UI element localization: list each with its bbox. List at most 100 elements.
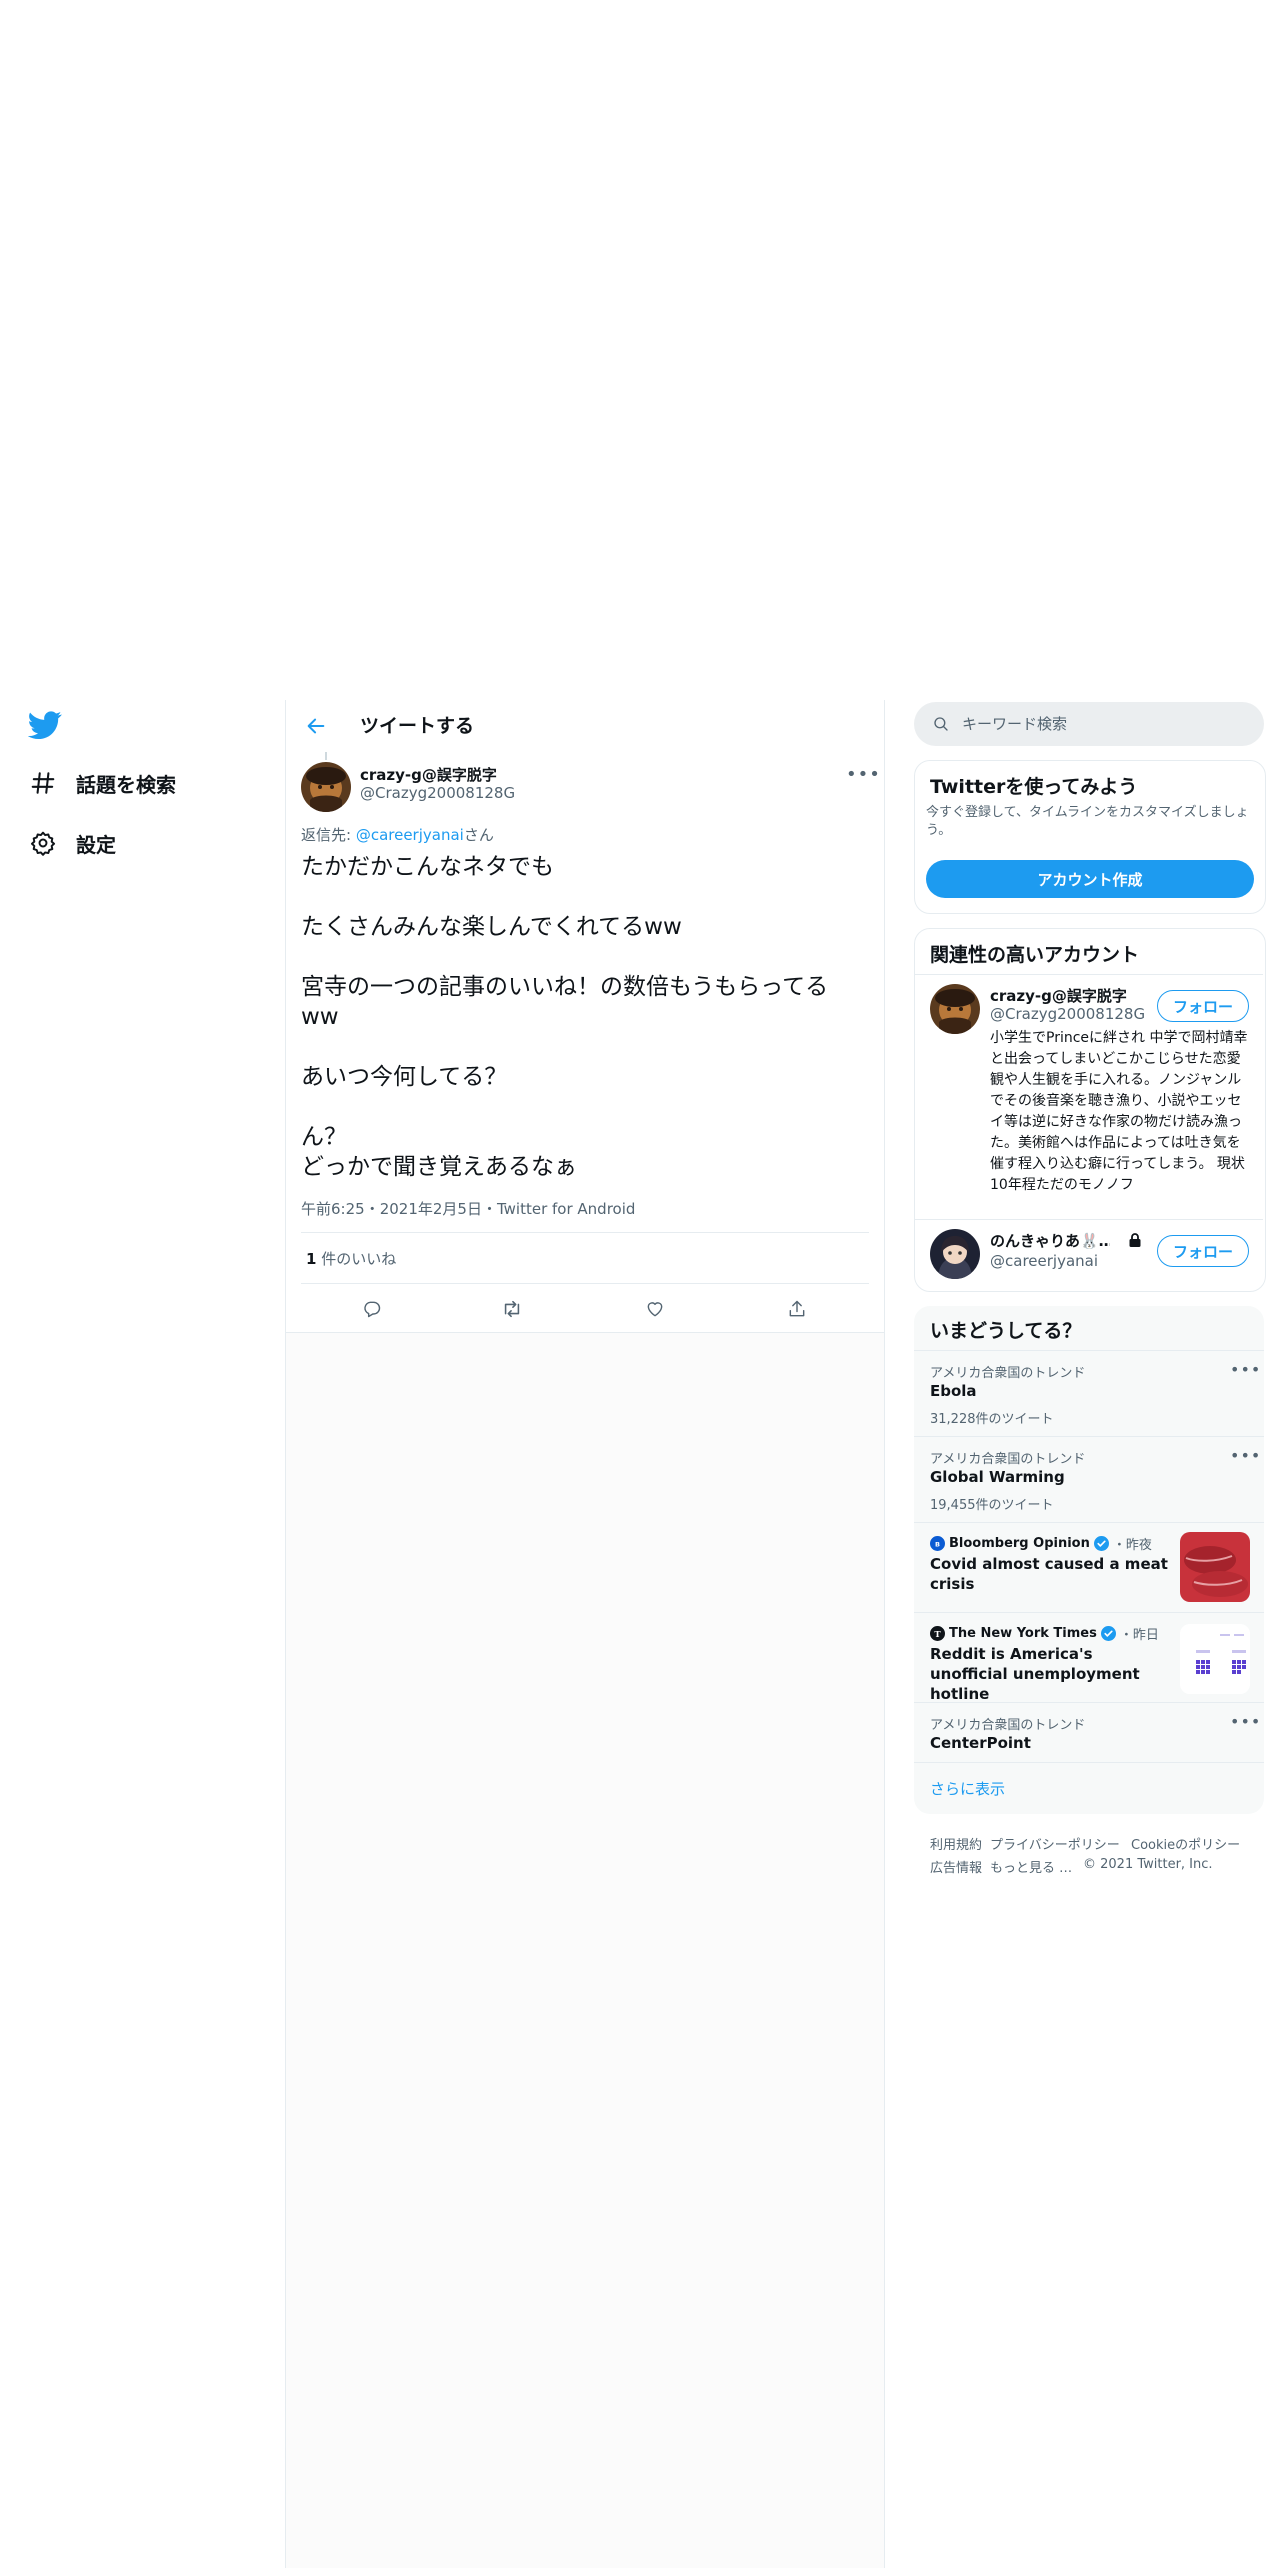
- retweet-icon: [504, 1300, 520, 1318]
- hashtag-icon: [28, 768, 58, 798]
- svg-text:T: T: [934, 1629, 941, 1639]
- trend-context: アメリカ合衆国のトレンド: [930, 1366, 1086, 1381]
- tweet-time[interactable]: 午前6:25: [301, 1200, 365, 1218]
- tweet-paragraph: どっかで聞き覚えあるなぁ: [301, 1154, 577, 1180]
- follow-button[interactable]: フォロー: [1157, 990, 1249, 1022]
- trend-name[interactable]: Global Warming: [930, 1468, 1065, 1486]
- signup-description: 今すぐ登録して、タイムラインをカスタマイズしましょう。: [926, 805, 1249, 838]
- trend-tweet-count: 31,228件のツイート: [930, 1412, 1054, 1427]
- back-button[interactable]: [300, 710, 332, 742]
- search-icon: [932, 715, 950, 733]
- thread-line: [325, 752, 327, 760]
- footer-copyright: © 2021 Twitter, Inc.: [1083, 1857, 1213, 1872]
- nav-explore[interactable]: 話題を検索: [28, 763, 176, 803]
- news-thumbnail[interactable]: [1180, 1532, 1250, 1602]
- share-icon: [789, 1300, 805, 1317]
- verified-badge-icon: [1100, 1626, 1116, 1641]
- search-box[interactable]: [914, 702, 1264, 746]
- reply-icon: [364, 1301, 381, 1318]
- divider: [915, 974, 1263, 975]
- divider: [914, 1762, 1264, 1763]
- news-source-name: Bloomberg Opinion: [949, 1536, 1090, 1551]
- heart-icon: [647, 1302, 663, 1317]
- footer-ads-link[interactable]: 広告情報: [930, 1857, 982, 1876]
- author-avatar[interactable]: [301, 762, 351, 812]
- divider: [914, 1350, 1264, 1351]
- related-accounts-title: 関連性の高いアカウント: [930, 944, 1140, 966]
- related-account-avatar[interactable]: [930, 984, 980, 1034]
- right-divider: [884, 700, 885, 2568]
- reply-button[interactable]: [354, 1291, 390, 1327]
- trend-more-icon[interactable]: •••: [1230, 1360, 1261, 1379]
- footer-terms-link[interactable]: 利用規約: [930, 1834, 982, 1853]
- lock-icon: [1128, 1232, 1142, 1248]
- divider: [914, 1702, 1264, 1703]
- trend-tweet-count: 19,455件のツイート: [930, 1498, 1054, 1513]
- trend-name[interactable]: Ebola: [930, 1382, 977, 1400]
- trend-more-icon[interactable]: •••: [1230, 1446, 1261, 1465]
- reply-mention-link[interactable]: @careerjyanai: [356, 826, 464, 844]
- divider: [914, 1612, 1264, 1613]
- nav-settings-label: 設定: [76, 832, 116, 857]
- footer-cookie-link[interactable]: Cookieのポリシー: [1131, 1834, 1240, 1853]
- related-account-avatar[interactable]: [930, 1229, 980, 1279]
- like-count-number: 1: [306, 1250, 317, 1268]
- related-account-name[interactable]: のんきゃりあ🐰…: [990, 1230, 1110, 1251]
- trends-title: いまどうしてる？: [930, 1320, 1082, 1342]
- share-button[interactable]: [779, 1291, 815, 1327]
- related-account-name[interactable]: crazy-g@誤字脱字: [990, 985, 1127, 1006]
- related-account-handle[interactable]: @careerjyanai: [990, 1252, 1098, 1270]
- news-time: ・昨日: [1119, 1628, 1159, 1643]
- nav-explore-label: 話題を検索: [76, 772, 176, 797]
- news-source: B Bloomberg Opinion ・昨夜: [930, 1534, 1152, 1553]
- divider: [301, 1283, 869, 1284]
- likes-count[interactable]: 1 件のいいね: [306, 1248, 396, 1269]
- footer-privacy-link[interactable]: プライバシーポリシー: [990, 1834, 1120, 1853]
- svg-text:B: B: [935, 1540, 940, 1548]
- search-input[interactable]: [960, 714, 1224, 734]
- reply-suffix: さん: [463, 826, 494, 844]
- gear-icon: [28, 828, 58, 858]
- arrow-left-icon: [307, 718, 325, 734]
- author-handle[interactable]: @Crazyg20008128G: [360, 784, 515, 802]
- news-source: T The New York Times ・昨日: [930, 1624, 1159, 1643]
- verified-badge-icon: [1093, 1536, 1109, 1551]
- signup-title: Twitterを使ってみよう: [930, 776, 1138, 798]
- bloomberg-logo-icon: B: [930, 1536, 945, 1551]
- news-title[interactable]: Reddit is America's unofficial unemploym…: [930, 1644, 1170, 1704]
- more-options-icon[interactable]: •••: [846, 764, 881, 785]
- tweet-source[interactable]: Twitter for Android: [497, 1200, 635, 1218]
- like-button[interactable]: [637, 1291, 673, 1327]
- related-account-handle[interactable]: @Crazyg20008128G: [990, 1005, 1145, 1023]
- tweet-paragraph: たくさんみんな楽しんでくれてるww: [301, 914, 682, 940]
- trend-more-icon[interactable]: •••: [1230, 1712, 1261, 1731]
- author-name[interactable]: crazy-g@誤字脱字: [360, 764, 497, 785]
- tweet-date[interactable]: 2021年2月5日: [380, 1200, 482, 1218]
- trend-name[interactable]: CenterPoint: [930, 1734, 1031, 1752]
- tweet-text: たかだかこんなネタでも たくさんみんな楽しんでくれてるww 宮寺の一つの記事のい…: [301, 852, 861, 1182]
- trend-context: アメリカ合衆国のトレンド: [930, 1452, 1086, 1467]
- follow-button[interactable]: フォロー: [1157, 1235, 1249, 1267]
- tweet-paragraph: ん？: [301, 1124, 347, 1150]
- news-title[interactable]: Covid almost caused a meat crisis: [930, 1554, 1170, 1594]
- create-account-button[interactable]: アカウント作成: [926, 860, 1254, 898]
- related-account-bio: 小学生でPrinceに絆され 中学で岡村靖幸と出会ってしまいどこかこじらせた恋愛…: [990, 1030, 1248, 1193]
- like-count-label: 件のいいね: [316, 1250, 397, 1268]
- footer-more-link[interactable]: もっと見る …: [990, 1857, 1072, 1876]
- news-thumbnail[interactable]: [1180, 1624, 1250, 1694]
- retweet-button[interactable]: [494, 1291, 530, 1327]
- tweet-paragraph: 宮寺の一つの記事のいいね！の数倍もうもらってるww: [301, 974, 829, 1030]
- tweet-meta: 午前6:25・2021年2月5日・Twitter for Android: [301, 1198, 635, 1219]
- divider: [914, 1522, 1264, 1523]
- reply-prefix: 返信先:: [301, 826, 356, 844]
- reply-to: 返信先: @careerjyanaiさん: [301, 824, 494, 845]
- twitter-logo-icon[interactable]: [27, 708, 62, 742]
- meta-separator: ・: [364, 1200, 380, 1218]
- divider: [301, 1232, 869, 1233]
- divider: [286, 1332, 884, 1333]
- nav-settings[interactable]: 設定: [28, 823, 116, 863]
- tweet-paragraph: あいつ今何してる？: [301, 1064, 508, 1090]
- nyt-logo-icon: T: [930, 1626, 945, 1641]
- trend-context: アメリカ合衆国のトレンド: [930, 1718, 1086, 1733]
- show-more-link[interactable]: さらに表示: [930, 1778, 1005, 1799]
